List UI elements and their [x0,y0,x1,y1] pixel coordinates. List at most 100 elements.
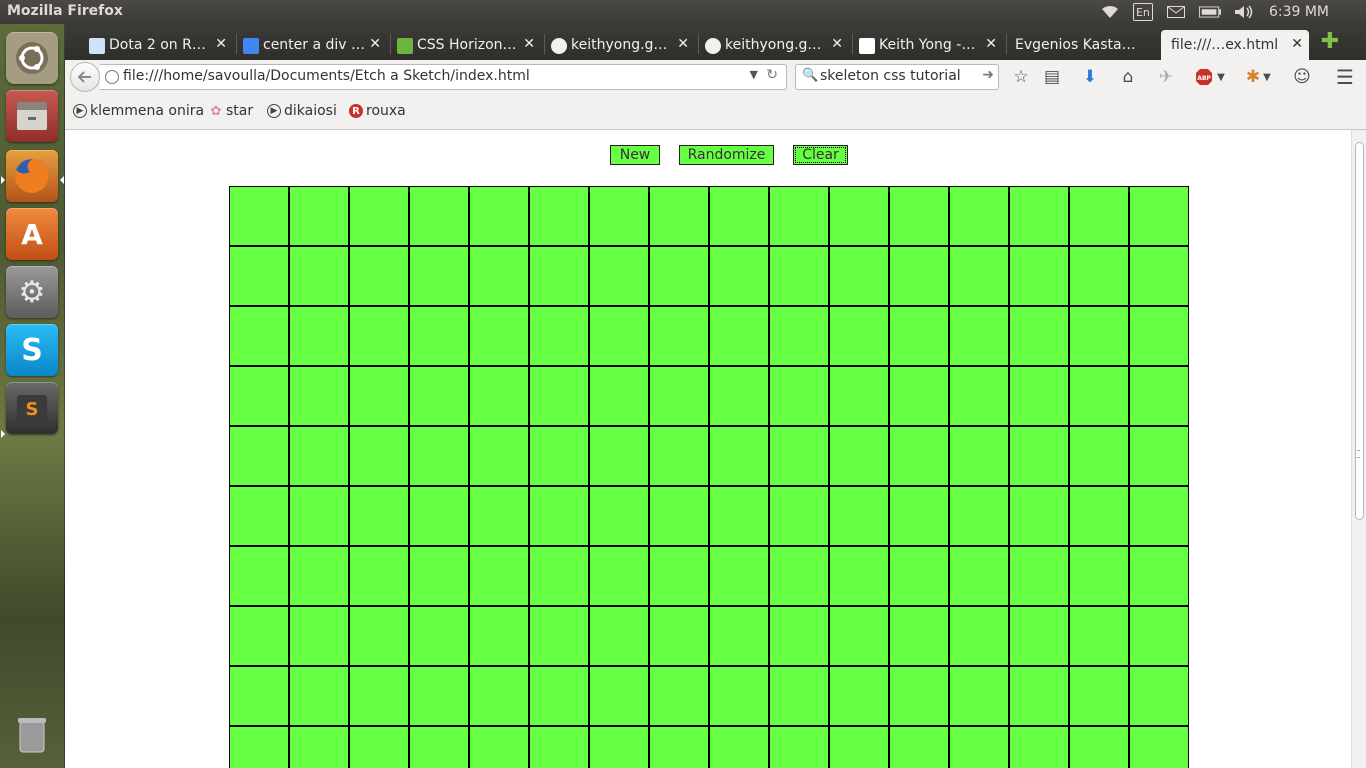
grid-cell[interactable] [829,366,889,426]
tab-google[interactable]: center a div … ✕ [239,30,387,60]
grid-cell[interactable] [409,306,469,366]
grid-cell[interactable] [529,366,589,426]
grid-cell[interactable] [589,546,649,606]
close-icon[interactable]: ✕ [369,36,381,52]
grid-cell[interactable] [889,666,949,726]
grid-cell[interactable] [1129,486,1189,546]
url-text[interactable]: file:///home/savoulla/Documents/Etch a S… [123,68,530,84]
clock[interactable]: 6:39 MM [1269,4,1329,20]
grid-cell[interactable] [949,546,1009,606]
grid-cell[interactable] [229,246,289,306]
grid-cell[interactable] [949,246,1009,306]
grid-cell[interactable] [1129,606,1189,666]
grid-cell[interactable] [709,186,769,246]
close-icon[interactable]: ✕ [215,36,227,52]
chevron-down-icon[interactable]: ▼ [1215,66,1227,88]
grid-cell[interactable] [589,186,649,246]
grid-cell[interactable] [409,186,469,246]
grid-cell[interactable] [409,666,469,726]
grid-cell[interactable] [1129,546,1189,606]
grid-cell[interactable] [889,606,949,666]
battery-icon[interactable] [1198,4,1221,20]
firefox-icon[interactable] [6,150,58,202]
grid-cell[interactable] [649,366,709,426]
bookmark-rouxa[interactable]: R rouxa [349,103,406,119]
grid-cell[interactable] [1009,666,1069,726]
grid-cell[interactable] [949,366,1009,426]
chevron-down-icon[interactable]: ▼ [1261,66,1273,88]
tab-etch-a-sketch[interactable]: file:///…ex.html ✕ [1161,30,1309,60]
grid-cell[interactable] [1129,246,1189,306]
grid-cell[interactable] [1069,726,1129,768]
close-icon[interactable]: ✕ [1291,36,1303,52]
grid-cell[interactable] [589,306,649,366]
grid-cell[interactable] [1009,726,1069,768]
grid-cell[interactable] [289,666,349,726]
grid-cell[interactable] [649,486,709,546]
chat-icon[interactable]: ☺ [1290,66,1314,88]
grid-cell[interactable] [1069,666,1129,726]
grid-cell[interactable] [589,726,649,768]
grid-cell[interactable] [349,306,409,366]
chevron-down-icon[interactable]: ▼ [750,68,758,81]
grid-cell[interactable] [949,606,1009,666]
grid-cell[interactable] [709,726,769,768]
grid-cell[interactable] [229,306,289,366]
grid-cell[interactable] [229,606,289,666]
grid-cell[interactable] [709,366,769,426]
grid-cell[interactable] [1009,486,1069,546]
grid-cell[interactable] [1129,426,1189,486]
grid-cell[interactable] [949,306,1009,366]
grid-cell[interactable] [1129,666,1189,726]
grid-cell[interactable] [409,426,469,486]
share-icon[interactable]: ✈ [1154,66,1178,88]
grid-cell[interactable] [829,726,889,768]
grid-cell[interactable] [349,246,409,306]
grid-cell[interactable] [1069,546,1129,606]
tab-github-2[interactable]: keithyong.g… ✕ [701,30,849,60]
new-tab-icon[interactable]: ✚ [1320,31,1340,53]
grid-cell[interactable] [889,726,949,768]
wifi-icon[interactable] [1099,4,1121,20]
ubuntu-dash-icon[interactable] [6,32,58,84]
grid-cell[interactable] [769,366,829,426]
grid-cell[interactable] [769,546,829,606]
close-icon[interactable]: ✕ [677,36,689,52]
grid-cell[interactable] [409,546,469,606]
menu-icon[interactable]: ☰ [1333,65,1357,89]
grid-cell[interactable] [709,606,769,666]
scrollbar-thumb[interactable] [1355,142,1364,520]
grid-cell[interactable] [949,666,1009,726]
vertical-scrollbar[interactable] [1351,130,1366,768]
grid-cell[interactable] [409,246,469,306]
grid-cell[interactable] [889,186,949,246]
grid-cell[interactable] [469,546,529,606]
grid-cell[interactable] [349,366,409,426]
grid-cell[interactable] [1069,246,1129,306]
grid-cell[interactable] [649,246,709,306]
grid-cell[interactable] [469,726,529,768]
grid-cell[interactable] [829,426,889,486]
grid-cell[interactable] [289,246,349,306]
grid-cell[interactable] [1129,366,1189,426]
grid-cell[interactable] [529,486,589,546]
grid-cell[interactable] [1009,186,1069,246]
grid-cell[interactable] [889,246,949,306]
grid-cell[interactable] [889,366,949,426]
grid-cell[interactable] [649,606,709,666]
grid-cell[interactable] [769,606,829,666]
grid-cell[interactable] [529,606,589,666]
grid-cell[interactable] [649,306,709,366]
grid-cell[interactable] [229,426,289,486]
grid-cell[interactable] [469,606,529,666]
files-icon[interactable] [6,90,58,142]
grid-cell[interactable] [529,306,589,366]
grid-cell[interactable] [529,246,589,306]
grid-cell[interactable] [289,186,349,246]
sketch-grid[interactable] [229,186,1189,768]
randomize-button[interactable]: Randomize [679,145,774,165]
bookmarks-menu-icon[interactable]: ▤ [1040,66,1064,88]
grid-cell[interactable] [1009,546,1069,606]
close-icon[interactable]: ✕ [831,36,843,52]
grid-cell[interactable] [769,306,829,366]
